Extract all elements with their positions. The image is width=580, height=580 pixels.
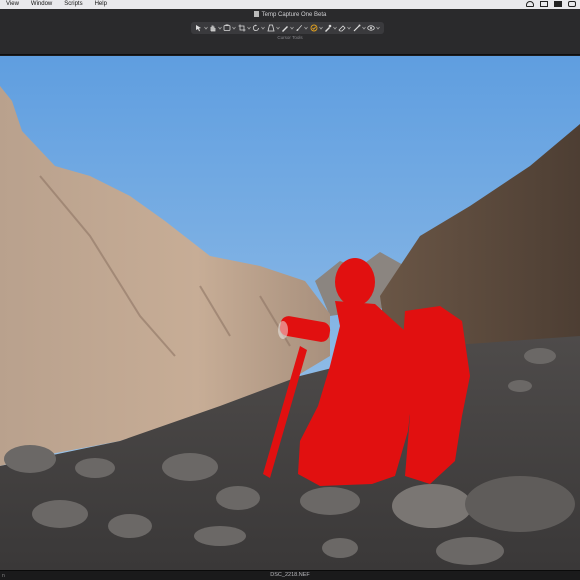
document-icon: [253, 11, 259, 17]
eraser-tool[interactable]: [338, 23, 352, 33]
chevron-down-icon: [347, 26, 352, 30]
spot-removal-tool[interactable]: [281, 23, 294, 33]
status-bar: n DSC_2218.NEF: [0, 570, 580, 580]
mask-overlay-tool[interactable]: [367, 23, 380, 33]
chevron-down-icon: [203, 26, 208, 30]
chevron-down-icon: [304, 26, 309, 30]
gradient-tool[interactable]: [353, 23, 366, 33]
picker-tool[interactable]: [324, 23, 337, 33]
chevron-down-icon: [261, 26, 265, 30]
rotate-tool[interactable]: [252, 23, 265, 33]
loupe-tool-icon: [224, 24, 231, 31]
control-center-icon[interactable]: [568, 1, 576, 7]
chevron-down-icon: [376, 26, 380, 30]
chevron-down-icon: [218, 26, 222, 30]
chevron-down-icon: [318, 26, 323, 30]
keystone-tool-icon: [267, 24, 275, 32]
window-title: Temp Capture One Beta: [0, 11, 580, 18]
screen-mirror-icon[interactable]: [540, 1, 548, 7]
menu-bar: View Window Scripts Help: [0, 0, 580, 9]
select-tool-icon: [195, 25, 201, 32]
brush-tool[interactable]: [295, 23, 309, 33]
rotate-tool-icon: [253, 24, 260, 31]
image-filename: DSC_2218.NEF: [270, 572, 310, 578]
window-title-text: Temp Capture One Beta: [261, 12, 327, 18]
chevron-down-icon: [232, 26, 237, 30]
menu-help[interactable]: Help: [95, 0, 107, 9]
menu-view[interactable]: View: [6, 0, 19, 9]
chevron-down-icon: [290, 26, 294, 30]
wifi-icon[interactable]: [526, 1, 534, 7]
cursor-tools-group: [191, 22, 384, 34]
chevron-down-icon: [247, 26, 251, 30]
menu-window[interactable]: Window: [31, 0, 52, 9]
loupe-tool[interactable]: [223, 23, 237, 33]
menu-status-area: [526, 1, 576, 7]
image-viewer[interactable]: [0, 56, 580, 570]
ai-select-tool-icon: [310, 24, 318, 32]
pan-tool-icon: [210, 25, 216, 32]
brush-tool-icon: [296, 25, 303, 31]
display-icon[interactable]: [554, 1, 562, 7]
spot-removal-tool-icon: [281, 26, 288, 32]
crop-tool[interactable]: [238, 23, 251, 33]
chevron-down-icon: [333, 26, 337, 30]
menu-scripts[interactable]: Scripts: [64, 0, 82, 9]
eraser-tool-icon: [338, 25, 347, 32]
keystone-tool[interactable]: [267, 23, 280, 33]
mask-overlay-tool-icon: [367, 25, 375, 31]
gradient-tool-icon: [353, 24, 361, 32]
picker-tool-icon: [325, 24, 332, 32]
pan-tool[interactable]: [209, 23, 222, 33]
select-tool[interactable]: [195, 23, 208, 33]
mountain-canyon-photo: [0, 56, 580, 570]
chevron-down-icon: [362, 26, 366, 30]
ai-select-tool[interactable]: [310, 23, 323, 33]
app-toolbar: Temp Capture One Beta Cursor Tools: [0, 9, 580, 55]
cursor-tools-label: Cursor Tools: [277, 35, 303, 40]
crop-tool-icon: [238, 24, 246, 32]
chevron-down-icon: [275, 26, 280, 30]
